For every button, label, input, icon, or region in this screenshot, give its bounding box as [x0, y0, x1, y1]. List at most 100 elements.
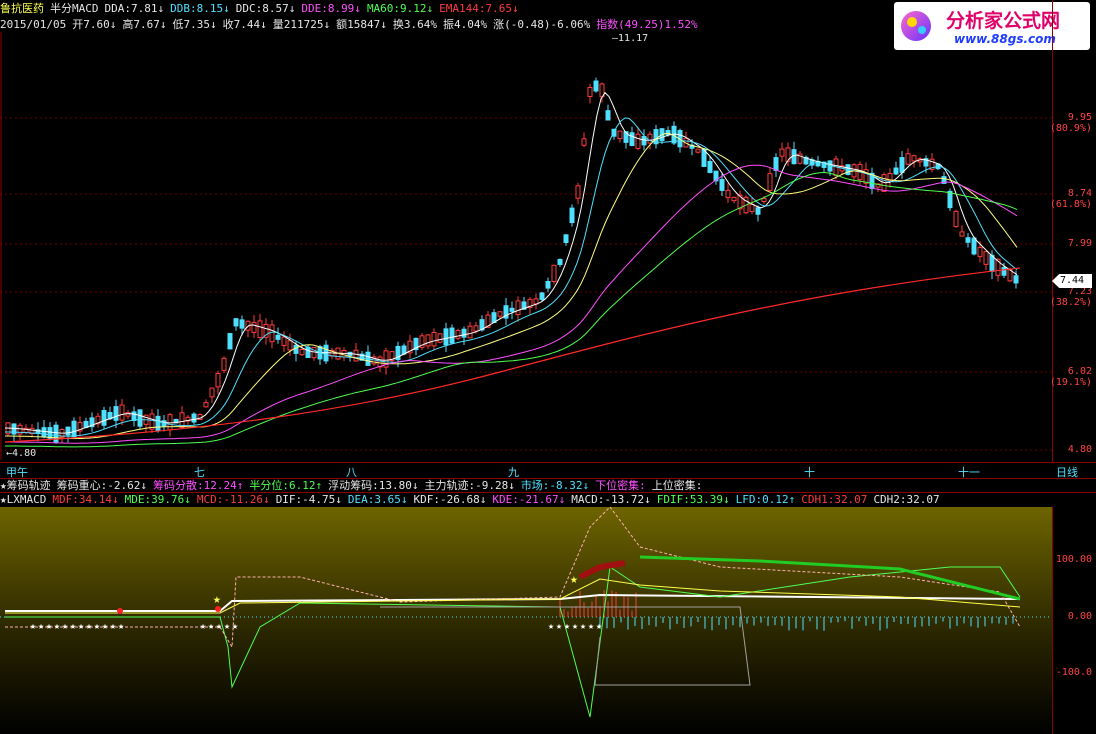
candle-body — [563, 234, 569, 243]
quote-value-0: 开7.60↓ — [72, 18, 117, 31]
candle-body — [233, 318, 239, 327]
macd-value-2: MCD:-11.26↓ — [196, 493, 270, 506]
candle-body — [779, 148, 785, 157]
candle-body — [593, 80, 599, 92]
star-marker: ★ — [70, 621, 76, 632]
candle-body — [725, 189, 731, 199]
indicator-name[interactable]: 半分MACD — [50, 2, 99, 15]
candle-body — [41, 427, 47, 438]
indicator-header: 鲁抗医药 半分MACD DDA:7.81↓ DDB:8.15↓ DDC:8.57↓ DDE… — [0, 1, 531, 16]
candle-body — [101, 409, 107, 426]
chip-value-2: 半分位:6.12↑ — [249, 479, 323, 492]
candle-body — [113, 406, 119, 421]
star-marker: ★ — [38, 621, 44, 632]
chip-value-7: 上位密集: — [651, 479, 703, 492]
candle-body — [971, 237, 977, 255]
chip-value-6: 下位密集: — [595, 479, 646, 492]
star-marker: ★ — [208, 621, 214, 632]
candle-body — [761, 197, 767, 203]
chip-value-1: 筹码分散:12.24↑ — [152, 479, 244, 492]
candle-body — [47, 427, 53, 439]
candle-body — [587, 86, 593, 98]
star-marker: ★ — [572, 621, 578, 632]
macd-value-6: KDE:-21.67↓ — [492, 493, 566, 506]
candle-body — [977, 247, 983, 257]
star-marker: ★ — [94, 621, 100, 632]
candle-body — [131, 411, 137, 421]
candle-body — [257, 320, 263, 338]
candle-body — [695, 148, 701, 153]
candle-body — [293, 344, 299, 354]
candle-body — [191, 413, 197, 423]
month-label: 十 — [804, 466, 815, 479]
period-button[interactable]: 日线 — [1056, 464, 1078, 480]
candle-body — [497, 311, 503, 317]
candle-body — [461, 328, 467, 338]
star-signal-icon: ★ — [570, 572, 578, 587]
candle-body — [635, 133, 641, 149]
star-marker: ★ — [224, 621, 230, 632]
price-axis-label: 7.23 (38.2%) — [1049, 286, 1092, 308]
star-marker: ★ — [548, 621, 554, 632]
candle-body — [221, 357, 227, 371]
candle-body — [137, 409, 143, 427]
candle-body — [467, 325, 473, 339]
quote-value-1: 高7.67↓ — [122, 18, 167, 31]
quote-value-3: 收7.44↓ — [222, 18, 267, 31]
macd-panel[interactable]: ★ ★ ★ ★ ★ ★ ★ ★ ★ ★ ★ ★ ★ ★ ★ ★ ★ ★ ★ ★ ★ ★ ★ ★★★ — [0, 507, 1052, 734]
candle-body — [785, 147, 791, 162]
candle-body — [269, 324, 275, 343]
candle-body — [749, 203, 755, 213]
candle-body — [305, 346, 311, 359]
candle-body — [575, 185, 581, 199]
sub-axis-label: 0.00 — [1067, 611, 1092, 622]
star-marker: ★ — [78, 621, 84, 632]
chip-indicator-title[interactable]: ★筹码轨迹 — [0, 479, 51, 492]
macd-header: ★LXMACD MDF:34.14↓ MDE:39.76↓ MCD:-11.26↓ DI… — [0, 492, 952, 507]
low-marker: ←4.80 — [6, 448, 37, 459]
macd-value-10: CDH1:32.07 — [801, 493, 868, 506]
candle-body — [1001, 266, 1007, 276]
stock-name[interactable]: 鲁抗医药 — [0, 2, 44, 15]
candle-body — [443, 328, 449, 346]
star-marker: ★ — [62, 621, 68, 632]
candle-body — [473, 325, 479, 332]
macd-title[interactable]: ★LXMACD — [0, 493, 46, 506]
logo-title: 分析家公式网 — [946, 10, 1061, 32]
candle-body — [545, 281, 551, 289]
macd-value-0: MDF:34.14↓ — [52, 493, 119, 506]
star-signal-icon: ★ — [213, 592, 221, 607]
star-marker: ★ — [556, 621, 562, 632]
price-axis-label: 7.99 — [1067, 238, 1092, 249]
candle-body — [899, 157, 905, 173]
macd-value-3: DIF:-4.75↓ — [275, 493, 342, 506]
star-marker: ★ — [102, 621, 108, 632]
month-label: 十一 — [958, 466, 980, 479]
candle-body — [425, 334, 431, 347]
macd-value-1: MDE:39.76↓ — [124, 493, 191, 506]
high-marker: —11.17 — [612, 33, 649, 44]
indicator-value-1: DDB:8.15↓ — [170, 2, 230, 15]
candle-body — [449, 327, 455, 344]
candle-body — [287, 340, 293, 351]
candle-body — [239, 319, 245, 329]
quote-line: 2015/01/05 开7.60↓ 高7.67↓ 低7.35↓ 收7.44↓ 量21172… — [0, 17, 710, 32]
candle-body — [509, 307, 515, 312]
candle-body — [539, 292, 545, 300]
sub-axis-label: 100.00 — [1055, 554, 1092, 565]
candle-body — [455, 329, 461, 339]
signal-dot — [215, 606, 221, 612]
candle-body — [911, 155, 917, 162]
candle-body — [431, 331, 437, 347]
candle-body — [437, 333, 443, 343]
candle-body — [281, 336, 287, 347]
star-marker: ★ — [46, 621, 52, 632]
candle-body — [353, 349, 359, 362]
star-marker: ★ — [564, 621, 570, 632]
signal-dot — [117, 608, 123, 614]
candle-body — [647, 133, 653, 144]
indicator-value-0: DDA:7.81↓ — [104, 2, 165, 15]
candle-body — [983, 251, 989, 265]
candle-body — [731, 196, 737, 202]
candlestick-chart[interactable] — [0, 32, 1052, 460]
